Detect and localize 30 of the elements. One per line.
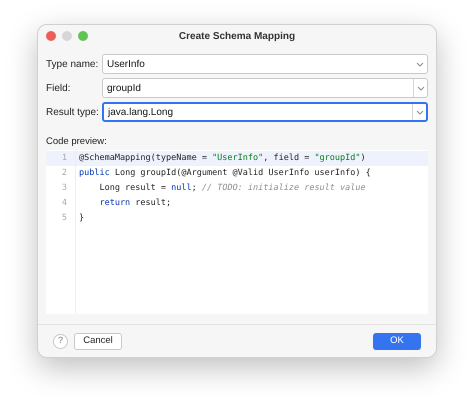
section-label: Code preview: [45,135,108,149]
cancel-button[interactable]: Cancel [74,332,122,350]
code-line: } [79,212,84,226]
code-line: Long result = null; // TODO: initialize result value [98,182,366,196]
combo-box[interactable]: groupId [102,78,428,98]
zoom-icon[interactable] [78,31,88,41]
field-label: Field: [46,82,72,96]
combo-value: groupId [106,82,142,96]
ok-button[interactable]: OK [373,332,421,350]
chevron-down-icon [416,86,424,90]
help-button[interactable]: ? [53,334,68,348]
line-number: 1 [62,152,67,166]
window-title: Create Schema Mapping [178,30,296,44]
chevron-down-icon [416,110,424,114]
code-line: public Long groupId(@Argument @Valid UserInfo userInfo) { [79,167,371,180]
line-number: 2 [62,167,67,180]
close-icon[interactable] [46,31,56,41]
line-number: 4 [62,197,67,210]
field-label: Type name: [46,58,100,72]
minimize-icon[interactable] [62,31,72,41]
chevron-down-icon [416,62,424,66]
code-line: @SchemaMapping(typeName = "UserInfo", field = "groupId") [79,152,366,166]
combo-value: java.lang.Long [106,106,174,120]
code-line: return result; [98,197,172,210]
field-label: Result type: [46,106,100,120]
combo-box[interactable]: UserInfo [102,54,428,74]
combo-value: UserInfo [106,58,146,72]
line-number: 3 [62,182,67,196]
combo-box[interactable]: java.lang.Long [102,102,428,122]
line-number: 5 [62,212,67,226]
